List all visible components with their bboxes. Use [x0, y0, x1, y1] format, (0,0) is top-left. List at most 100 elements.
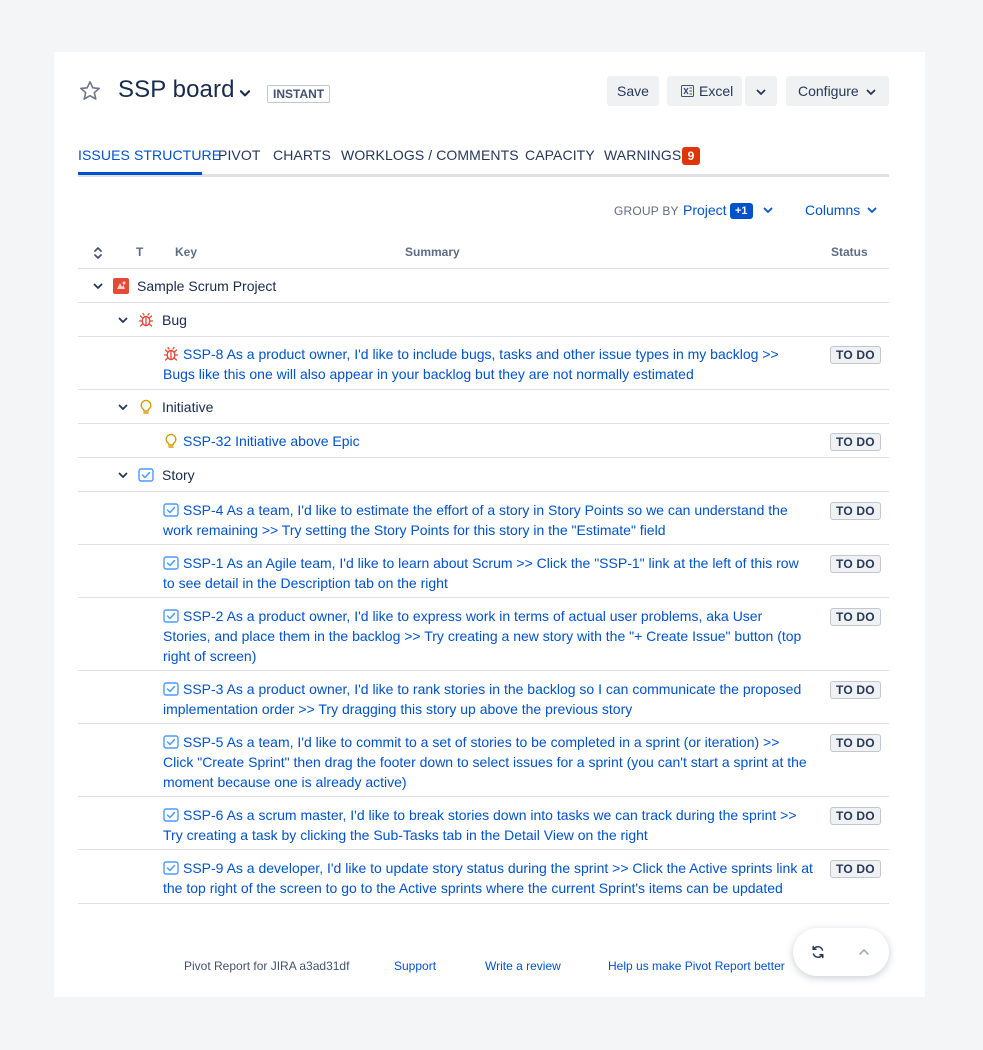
lightbulb-icon: [165, 433, 177, 448]
warnings-count-badge: 9: [682, 147, 700, 165]
issue-link[interactable]: SSP-9 As a developer, I'd like to update…: [163, 858, 813, 898]
issue-summary: SSP-32 Initiative above Epic: [183, 433, 360, 449]
star-icon[interactable]: [78, 79, 102, 103]
excel-button[interactable]: Excel: [667, 76, 742, 106]
board-title: SSP board: [118, 76, 235, 103]
tab-warnings[interactable]: WARNINGS: [604, 147, 681, 163]
table-row[interactable]: SSP-32 Initiative above Epic TO DO: [78, 424, 889, 458]
lightbulb-icon: [140, 399, 152, 414]
excel-dropdown-button[interactable]: [745, 76, 777, 106]
status-badge[interactable]: TO DO: [830, 346, 881, 364]
column-type[interactable]: T: [136, 245, 143, 259]
tab-pivot[interactable]: PIVOT: [218, 147, 261, 163]
status-badge[interactable]: TO DO: [830, 502, 881, 520]
chevron-down-icon[interactable]: [238, 86, 252, 100]
issue-summary: SSP-1 As an Agile team, I'd like to lear…: [163, 555, 799, 591]
group-label: Story: [162, 467, 195, 483]
table-row[interactable]: SSP-1 As an Agile team, I'd like to lear…: [78, 545, 889, 598]
excel-button-label: Excel: [699, 83, 734, 99]
tab-worklogs-comments[interactable]: WORKLOGS / COMMENTS: [341, 147, 519, 163]
issue-summary: SSP-3 As a product owner, I'd like to ra…: [163, 681, 802, 717]
chevron-up-icon[interactable]: [857, 945, 871, 959]
chevron-down-icon[interactable]: [117, 469, 129, 481]
tab-capacity[interactable]: CAPACITY: [525, 147, 595, 163]
chevron-down-icon[interactable]: [92, 280, 104, 292]
status-badge[interactable]: TO DO: [830, 433, 881, 451]
issue-link[interactable]: SSP-1 As an Agile team, I'd like to lear…: [163, 553, 813, 593]
group-by-label: GROUP BY: [614, 204, 679, 218]
issue-link[interactable]: SSP-4 As a team, I'd like to estimate th…: [163, 500, 813, 540]
issue-summary: SSP-8 As a product owner, I'd like to in…: [163, 346, 779, 382]
refresh-icon[interactable]: [811, 945, 825, 959]
chevron-down-icon: [866, 89, 876, 95]
feedback-link[interactable]: Help us make Pivot Report better: [608, 959, 785, 973]
status-badge[interactable]: TO DO: [830, 807, 881, 825]
issue-link[interactable]: SSP-2 As a product owner, I'd like to ex…: [163, 606, 813, 666]
tab-issues-structure[interactable]: ISSUES STRUCTURE: [78, 147, 221, 163]
status-badge[interactable]: TO DO: [830, 608, 881, 626]
columns-button[interactable]: Columns: [805, 202, 860, 218]
support-link[interactable]: Support: [394, 959, 436, 973]
excel-icon: [681, 85, 694, 97]
checkbox-icon: [138, 468, 154, 482]
group-by-extra-badge[interactable]: +1: [730, 203, 753, 219]
issue-link[interactable]: SSP-5 As a team, I'd like to commit to a…: [163, 732, 813, 792]
chevron-down-icon[interactable]: [866, 204, 878, 216]
checkbox-icon: [163, 503, 179, 517]
table-row[interactable]: SSP-3 As a product owner, I'd like to ra…: [78, 671, 889, 724]
configure-button-label: Configure: [798, 83, 859, 99]
status-badge[interactable]: TO DO: [830, 734, 881, 752]
table-row[interactable]: SSP-2 As a product owner, I'd like to ex…: [78, 598, 889, 671]
table-row[interactable]: SSP-8 As a product owner, I'd like to in…: [78, 337, 889, 390]
column-key[interactable]: Key: [175, 245, 197, 259]
active-tab-indicator: [78, 172, 202, 175]
issue-link[interactable]: SSP-8 As a product owner, I'd like to in…: [163, 344, 813, 384]
group-row-story[interactable]: Story: [78, 458, 889, 492]
table-row[interactable]: SSP-9 As a developer, I'd like to update…: [78, 850, 889, 904]
chevron-down-icon[interactable]: [117, 401, 129, 413]
group-row-initiative[interactable]: Initiative: [78, 390, 889, 424]
issue-link[interactable]: SSP-3 As a product owner, I'd like to ra…: [163, 679, 813, 719]
issue-link[interactable]: SSP-6 As a scrum master, I'd like to bre…: [163, 805, 813, 845]
board-panel: SSP board INSTANT Save Excel Configure I…: [54, 52, 925, 997]
project-name: Sample Scrum Project: [137, 278, 277, 294]
chevron-down-icon[interactable]: [117, 314, 129, 326]
column-status[interactable]: Status: [831, 245, 868, 259]
status-badge[interactable]: TO DO: [830, 555, 881, 573]
group-label: Initiative: [162, 399, 214, 415]
tab-charts[interactable]: CHARTS: [273, 147, 331, 163]
save-button[interactable]: Save: [607, 76, 659, 106]
configure-button[interactable]: Configure: [786, 76, 889, 106]
checkbox-icon: [163, 556, 179, 570]
instant-badge: INSTANT: [267, 85, 331, 103]
group-by-project[interactable]: Project: [683, 202, 727, 218]
floating-toolbar: [793, 928, 889, 976]
tab-bar: ISSUES STRUCTURE PIVOT CHARTS WORKLOGS /…: [78, 146, 889, 177]
status-badge[interactable]: TO DO: [830, 681, 881, 699]
project-avatar-icon: [113, 278, 129, 294]
table-row[interactable]: SSP-6 As a scrum master, I'd like to bre…: [78, 797, 889, 850]
issue-summary: SSP-5 As a team, I'd like to commit to a…: [163, 734, 807, 790]
column-summary[interactable]: Summary: [405, 245, 460, 259]
sort-icon[interactable]: [92, 246, 104, 260]
checkbox-icon: [163, 682, 179, 696]
table-header: T Key Summary Status: [78, 238, 889, 269]
checkbox-icon: [163, 861, 179, 875]
checkbox-icon: [163, 609, 179, 623]
chevron-down-icon: [756, 89, 766, 95]
footer-version: Pivot Report for JIRA a3ad31df: [184, 959, 350, 973]
group-row-bug[interactable]: Bug: [78, 303, 889, 337]
checkbox-icon: [163, 808, 179, 822]
chevron-down-icon[interactable]: [762, 204, 774, 216]
group-row-project[interactable]: Sample Scrum Project: [78, 269, 889, 303]
table-row[interactable]: SSP-4 As a team, I'd like to estimate th…: [78, 492, 889, 545]
bug-icon: [163, 346, 179, 361]
bug-icon: [138, 312, 154, 327]
issue-summary: SSP-4 As a team, I'd like to estimate th…: [163, 502, 788, 538]
write-review-link[interactable]: Write a review: [485, 959, 561, 973]
issue-link[interactable]: SSP-32 Initiative above Epic: [163, 431, 813, 451]
checkbox-icon: [163, 735, 179, 749]
issue-summary: SSP-2 As a product owner, I'd like to ex…: [163, 608, 802, 664]
table-row[interactable]: SSP-5 As a team, I'd like to commit to a…: [78, 724, 889, 797]
status-badge[interactable]: TO DO: [830, 860, 881, 878]
